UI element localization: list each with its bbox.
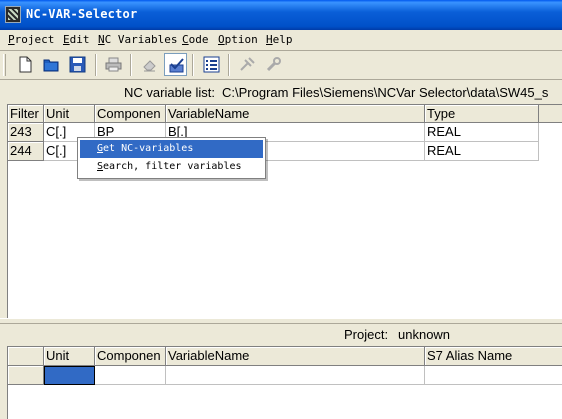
column-header-unit[interactable]: Unit (44, 347, 95, 366)
print-icon[interactable] (102, 53, 125, 76)
table-cell-type[interactable]: REAL (425, 123, 539, 142)
nc-list-path: C:\Program Files\Siemens\NCVar Selector\… (222, 85, 549, 100)
check-edit-icon[interactable] (164, 53, 187, 76)
tools-icon[interactable] (236, 53, 259, 76)
column-header-unit[interactable]: Unit (44, 105, 95, 123)
selected-cell[interactable] (44, 366, 95, 385)
project-header: Project: unknown (0, 325, 562, 345)
row-header[interactable] (8, 366, 44, 385)
open-folder-icon[interactable] (40, 53, 63, 76)
column-header-component[interactable]: Componen (95, 105, 166, 123)
menu-project[interactable]: Project (8, 33, 54, 46)
column-header-s7-alias-name[interactable]: S7 Alias Name (425, 347, 562, 366)
menu-code[interactable]: Code (182, 33, 209, 46)
app-window: NC-VAR-Selector Project Edit NC Variable… (0, 0, 562, 419)
toolbar-divider (0, 79, 562, 80)
pane-splitter[interactable] (0, 318, 562, 324)
context-menu: Get NC-variables Search, filter variable… (77, 137, 266, 179)
menu-help[interactable]: Help (266, 33, 293, 46)
table-cell-component[interactable] (95, 366, 166, 385)
table-cell-variable-name[interactable] (166, 366, 425, 385)
project-name: unknown (398, 327, 451, 342)
menu-bar: Project Edit NC Variables Code Option He… (0, 30, 562, 50)
toolbar-separator (228, 54, 230, 76)
toolbar-separator (95, 54, 97, 76)
nc-list-label: NC variable list: (124, 85, 216, 100)
column-header-variable-name[interactable]: VariableName (166, 105, 425, 123)
row-header[interactable]: 243 (8, 123, 44, 142)
menu-option[interactable]: Option (218, 33, 258, 46)
toolbar-grip[interactable] (3, 54, 6, 76)
column-header-filter[interactable]: Filter (8, 105, 44, 123)
menu-nc-variables[interactable]: NC Variables (98, 33, 177, 46)
new-document-icon[interactable] (14, 53, 37, 76)
nc-list-header: NC variable list: C:\Program Files\Sieme… (0, 83, 562, 103)
window-title: NC-VAR-Selector (26, 7, 138, 21)
column-header-type[interactable]: Type (425, 105, 539, 123)
row-header[interactable]: 244 (8, 142, 44, 161)
wrench-icon[interactable] (262, 53, 285, 76)
save-disk-icon[interactable] (66, 53, 89, 76)
column-header-filler (539, 105, 562, 123)
list-icon[interactable] (200, 53, 223, 76)
column-header-variable-name[interactable]: VariableName (166, 347, 425, 366)
toolbar-separator (192, 54, 194, 76)
project-label: Project: (344, 327, 389, 342)
app-logo-icon[interactable] (5, 6, 21, 23)
menu-item-get-nc-variables[interactable]: Get NC-variables (80, 140, 263, 158)
project-variable-table[interactable]: Unit Componen VariableName S7 Alias Name (7, 346, 562, 419)
menu-edit[interactable]: Edit (63, 33, 90, 46)
toolbar (0, 51, 562, 79)
menu-item-search-filter-variables[interactable]: Search, filter variables (80, 158, 263, 176)
column-header-corner (8, 347, 44, 366)
column-header-component[interactable]: Componen (95, 347, 166, 366)
eraser-icon[interactable] (138, 53, 161, 76)
toolbar-separator (130, 54, 132, 76)
table-cell-type[interactable]: REAL (425, 142, 539, 161)
title-bar[interactable]: NC-VAR-Selector (0, 0, 562, 30)
table-cell-alias[interactable] (425, 366, 562, 385)
